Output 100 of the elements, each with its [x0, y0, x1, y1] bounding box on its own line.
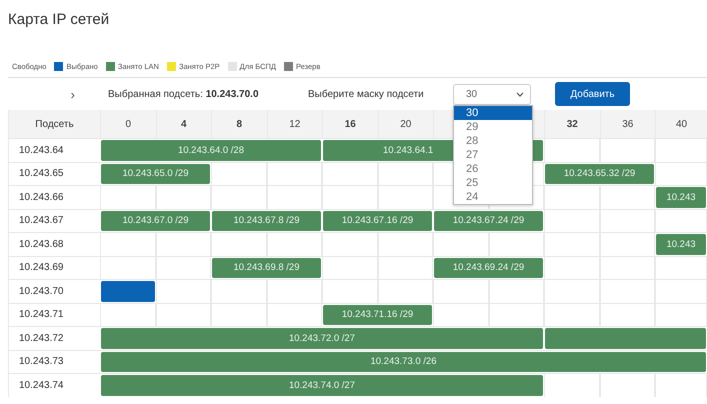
free-cell[interactable] [378, 233, 433, 256]
column-header: 4 [156, 110, 211, 138]
subnet-block[interactable]: 10.243.67.16 /29 [323, 210, 432, 231]
subnet-block[interactable]: 10.243.69.24 /29 [434, 258, 543, 278]
free-cell[interactable] [544, 233, 600, 256]
free-cell[interactable] [600, 304, 655, 326]
free-cell[interactable] [100, 304, 156, 326]
free-cell[interactable] [655, 304, 707, 326]
free-cell[interactable] [544, 256, 600, 279]
free-cell[interactable] [655, 139, 707, 162]
subnet-block[interactable]: 10.243.69.8 /29 [212, 258, 321, 278]
free-cell[interactable] [600, 233, 655, 256]
free-cell[interactable] [655, 210, 707, 232]
free-cell[interactable] [655, 374, 707, 396]
free-cell[interactable] [655, 162, 707, 185]
mask-option[interactable]: 30 [454, 106, 532, 120]
free-cell[interactable] [600, 186, 655, 208]
subnet-block[interactable]: 10.243.71.16 /29 [323, 304, 432, 325]
caret-icon [516, 92, 524, 96]
free-cell[interactable] [266, 280, 322, 302]
subnet-block[interactable]: 10.243.72.0 /27 [101, 328, 543, 348]
selected-subnet-text: Выбранная подсеть: 10.243.70.0 [108, 88, 260, 100]
subnet-cell: 10.243.70 [8, 280, 100, 302]
mask-option[interactable]: 29 [454, 120, 532, 134]
free-cell[interactable] [488, 304, 544, 326]
free-cell[interactable] [433, 304, 488, 326]
add-button[interactable]: Добавить [555, 82, 630, 106]
free-cell[interactable] [544, 210, 600, 232]
mask-option[interactable]: 27 [454, 148, 532, 162]
free-cell[interactable] [544, 374, 600, 396]
free-cell[interactable] [378, 162, 433, 185]
mask-label: Выберите маску подсети [308, 88, 425, 100]
subnet-cell: 10.243.64 [8, 139, 100, 162]
subnet-block[interactable]: 10.243.67.8 /29 [212, 210, 321, 231]
free-cell[interactable] [211, 280, 266, 302]
free-cell[interactable] [433, 233, 488, 256]
subnet-block[interactable]: 10.243.64.0 /28 [101, 140, 321, 160]
free-cell[interactable] [322, 256, 378, 279]
free-cell[interactable] [378, 186, 433, 208]
subnet-block[interactable]: 10.243.67.0 /29 [101, 210, 210, 231]
free-cell[interactable] [322, 280, 378, 302]
subnet-cell: 10.243.73 [8, 350, 100, 373]
free-cell[interactable] [655, 280, 707, 302]
mask-option[interactable]: 25 [454, 176, 532, 190]
free-cell[interactable] [266, 304, 322, 326]
free-cell[interactable] [156, 186, 211, 208]
free-cell[interactable] [100, 256, 156, 279]
selected-block[interactable] [101, 281, 154, 302]
mask-dropdown[interactable]: 30 [453, 84, 531, 104]
free-cell[interactable] [322, 162, 378, 185]
free-cell[interactable] [544, 186, 600, 208]
free-cell[interactable] [156, 304, 211, 326]
free-cell[interactable] [600, 256, 655, 279]
subnet-block[interactable]: 10.243.65.32 /29 [545, 164, 654, 184]
free-cell[interactable] [100, 233, 156, 256]
free-cell[interactable] [378, 256, 433, 279]
free-cell[interactable] [211, 304, 266, 326]
free-cell[interactable] [211, 162, 266, 185]
free-cell[interactable] [600, 280, 655, 302]
column-header: 32 [544, 110, 600, 138]
subnet-block[interactable]: 10.243 [656, 234, 706, 254]
free-cell[interactable] [266, 186, 322, 208]
free-cell[interactable] [266, 233, 322, 256]
subnet-block[interactable]: 10.243.73.0 /26 [101, 352, 706, 372]
subnet-block[interactable]: 10.243.65.0 /29 [101, 164, 210, 184]
column-header: 36 [600, 110, 655, 138]
free-cell[interactable] [655, 256, 707, 279]
free-cell[interactable] [600, 210, 655, 232]
free-cell[interactable] [544, 139, 600, 162]
column-header: Подсеть [8, 110, 100, 138]
column-header: 16 [322, 110, 378, 138]
free-cell[interactable] [322, 186, 378, 208]
column-header: 40 [655, 110, 707, 138]
mask-option[interactable]: 26 [454, 162, 532, 176]
mask-option[interactable]: 24 [454, 190, 532, 204]
free-cell[interactable] [544, 280, 600, 302]
subnet-cell: 10.243.74 [8, 374, 100, 396]
free-cell[interactable] [600, 139, 655, 162]
free-cell[interactable] [378, 280, 433, 302]
column-header: 0 [100, 110, 156, 138]
free-cell[interactable] [211, 186, 266, 208]
subnet-block[interactable] [545, 328, 706, 348]
free-cell[interactable] [433, 280, 488, 302]
free-cell[interactable] [600, 374, 655, 396]
expand-button[interactable]: › [68, 86, 78, 102]
free-cell[interactable] [488, 233, 544, 256]
free-cell[interactable] [211, 233, 266, 256]
free-cell[interactable] [322, 233, 378, 256]
free-cell[interactable] [266, 162, 322, 185]
free-cell[interactable] [544, 304, 600, 326]
column-header: 20 [378, 110, 433, 138]
free-cell[interactable] [156, 256, 211, 279]
column-header: 12 [266, 110, 322, 138]
free-cell[interactable] [156, 233, 211, 256]
free-cell[interactable] [156, 280, 211, 302]
free-cell[interactable] [100, 186, 156, 208]
subnet-block[interactable]: 10.243.67.24 /29 [434, 210, 543, 231]
free-cell[interactable] [488, 280, 544, 302]
subnet-block[interactable]: 10.243.74.0 /27 [101, 375, 543, 396]
subnet-block[interactable]: 10.243 [656, 187, 706, 208]
